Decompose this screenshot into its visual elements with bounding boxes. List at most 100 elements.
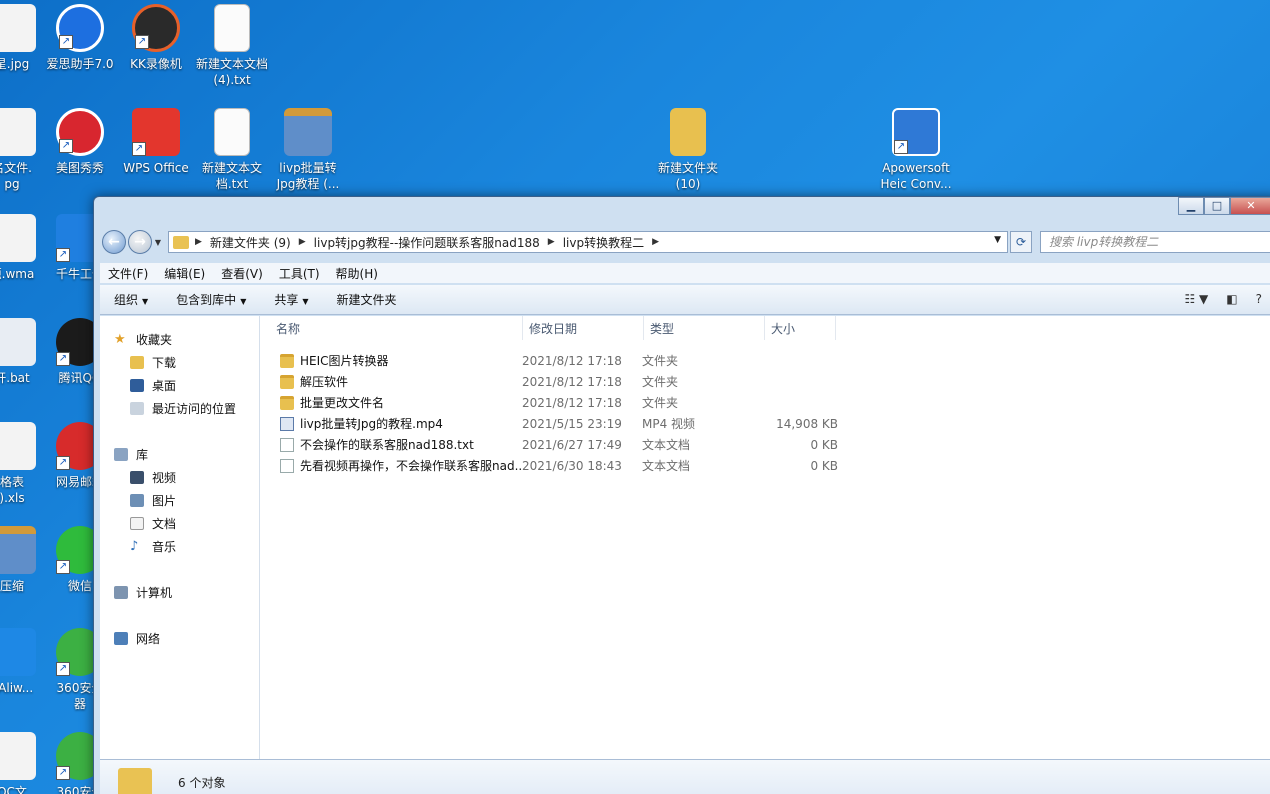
nav-label: 计算机	[136, 586, 173, 600]
menu-file[interactable]: 文件(F)	[100, 263, 156, 283]
file-row[interactable]: 不会操作的联系客服nad188.txt 2021/6/27 17:49 文本文档…	[260, 434, 1270, 455]
address-dropdown-icon[interactable]: ▼	[994, 235, 1001, 245]
menu-tools[interactable]: 工具(T)	[271, 263, 328, 283]
desktop-icon-wps[interactable]: ↗ WPS Office	[116, 108, 196, 176]
nav-videos[interactable]: 视频	[100, 466, 259, 489]
column-divider[interactable]	[835, 316, 836, 340]
file-row[interactable]: HEIC图片转换器 2021/8/12 17:18 文件夹	[260, 350, 1270, 371]
menu-help[interactable]: 帮助(H)	[328, 263, 386, 283]
file-name: livp批量转Jpg的教程.mp4	[300, 417, 443, 431]
file-date: 2021/8/12 17:18	[522, 374, 622, 389]
aisi-app-icon: ↗	[56, 4, 104, 52]
chevron-down-icon: ▼	[240, 297, 247, 306]
nav-recent[interactable]: 最近访问的位置	[100, 397, 259, 420]
maximize-button[interactable]: □	[1204, 197, 1230, 215]
file-type: 文件夹	[642, 375, 679, 389]
file-row[interactable]: 解压软件 2021/8/12 17:18 文件夹	[260, 371, 1270, 392]
nav-documents[interactable]: 文档	[100, 512, 259, 535]
minimize-button[interactable]: ▁	[1178, 197, 1204, 215]
aliwangwang-icon	[0, 628, 36, 676]
file-name: 先看视频再操作，不会操作联系客服nad...	[300, 459, 522, 473]
desktop-icon-new-folder-10[interactable]: 新建文件夹 (10)	[648, 108, 728, 192]
desktop-icon-label: 新建文件夹 (10)	[657, 161, 718, 191]
nav-label: 收藏夹	[136, 333, 173, 347]
recent-pages-dropdown[interactable]: ▼	[152, 238, 164, 247]
nav-label: 图片	[152, 494, 177, 508]
nav-music[interactable]: ♪ 音乐	[100, 535, 259, 558]
nav-favorites[interactable]: ★ 收藏夹	[100, 328, 259, 351]
desktop-icon-kk-recorder[interactable]: ↗ KK录像机	[116, 4, 196, 72]
file-name: HEIC图片转换器	[300, 354, 389, 368]
desktop-icon-label: KK录像机	[130, 57, 182, 71]
nav-libraries[interactable]: 库	[100, 443, 259, 466]
nav-label: 视频	[152, 471, 177, 485]
close-button[interactable]: ✕	[1230, 197, 1270, 215]
nav-label: 音乐	[152, 540, 177, 554]
desktop-icon-aisi[interactable]: ↗ 爱思助手7.0	[40, 4, 120, 72]
network-icon	[114, 632, 128, 645]
file-row[interactable]: 批量更改文件名 2021/8/12 17:18 文件夹	[260, 392, 1270, 413]
folder-icon	[280, 353, 294, 368]
view-options-icon[interactable]: ☷ ▼	[1184, 292, 1208, 306]
status-bar: 6 个对象	[100, 759, 1270, 794]
nav-downloads[interactable]: 下载	[100, 351, 259, 374]
nav-computer[interactable]: 计算机	[100, 581, 259, 604]
file-type: MP4 视频	[642, 417, 696, 431]
breadcrumb-item[interactable]: livp转jpg教程--操作问题联系客服nad188	[314, 234, 540, 251]
desktop-icon-heic-converter[interactable]: ↗ Apowersoft Heic Conv...	[876, 108, 956, 192]
breadcrumb-arrow-icon[interactable]: ▶	[548, 237, 555, 247]
preview-pane-icon[interactable]: ◧	[1226, 292, 1237, 306]
nav-pictures[interactable]: 图片	[100, 489, 259, 512]
menu-view[interactable]: 查看(V)	[213, 263, 271, 283]
breadcrumb-item[interactable]: 新建文件夹 (9)	[210, 234, 291, 251]
column-header-date[interactable]: 修改日期	[523, 320, 643, 337]
desktop-icon-livp-archive[interactable]: livp批量转 Jpg教程 (...	[268, 108, 348, 192]
breadcrumb-arrow-icon[interactable]: ▶	[652, 237, 659, 247]
title-bar[interactable]: ▁ □ ✕	[94, 197, 1270, 223]
desktop-icon-label: livp批量转 Jpg教程 (...	[276, 161, 340, 191]
address-bar[interactable]: ▶ 新建文件夹 (9) ▶ livp转jpg教程--操作问题联系客服nad188…	[168, 231, 1008, 253]
desktop-icon-meitu[interactable]: ↗ 美图秀秀	[40, 108, 120, 176]
text-file-icon	[280, 458, 294, 473]
file-date: 2021/8/12 17:18	[522, 395, 622, 410]
file-name: 批量更改文件名	[300, 396, 385, 410]
search-input[interactable]: 搜索 livp转换教程二	[1040, 231, 1270, 253]
column-header-size[interactable]: 大小	[765, 320, 835, 337]
forward-button[interactable]: →	[128, 230, 152, 254]
file-row[interactable]: 先看视频再操作，不会操作联系客服nad... 2021/6/30 18:43 文…	[260, 455, 1270, 476]
navigation-pane: ★ 收藏夹 下载 桌面 最近访问的位置 库 视频 图片 文档 ♪ 音乐 计算机 …	[100, 316, 260, 759]
desktop-icon-text-doc-4[interactable]: 新建文本文档 (4).txt	[192, 4, 272, 88]
share-button[interactable]: 共享 ▼	[260, 291, 322, 308]
nav-label: 库	[136, 448, 149, 462]
content-area: ★ 收藏夹 下载 桌面 最近访问的位置 库 视频 图片 文档 ♪ 音乐 计算机 …	[100, 316, 1270, 759]
file-row[interactable]: livp批量转Jpg的教程.mp4 2021/5/15 23:19 MP4 视频…	[260, 413, 1270, 434]
breadcrumb-arrow-icon[interactable]: ▶	[299, 237, 306, 247]
organize-button[interactable]: 组织 ▼	[100, 291, 162, 308]
column-header-type[interactable]: 类型	[644, 320, 764, 337]
nav-desktop[interactable]: 桌面	[100, 374, 259, 397]
archive-icon	[0, 526, 36, 574]
item-count: 6 个对象	[178, 776, 226, 790]
menu-edit[interactable]: 编辑(E)	[156, 263, 213, 283]
folder-icon	[280, 374, 294, 389]
include-in-library-button[interactable]: 包含到库中 ▼	[162, 291, 260, 308]
view-controls: ☷ ▼ ◧ ?	[1184, 292, 1262, 306]
file-date: 2021/6/27 17:49	[522, 437, 622, 452]
desktop-icon-text-doc[interactable]: 新建文本文 档.txt	[192, 108, 272, 192]
help-icon[interactable]: ?	[1256, 292, 1262, 306]
breadcrumb-item[interactable]: livp转换教程二	[563, 234, 644, 251]
chevron-down-icon: ▼	[302, 297, 309, 306]
nav-label: 下载	[152, 356, 177, 370]
file-type: 文本文档	[642, 438, 691, 452]
desktop-icon-label: 美图秀秀	[55, 161, 104, 175]
file-name: 解压软件	[300, 375, 349, 389]
column-header-name[interactable]: 名称	[260, 320, 522, 337]
refresh-button[interactable]: ⟳	[1010, 231, 1032, 253]
computer-icon	[114, 586, 128, 599]
nav-network[interactable]: 网络	[100, 627, 259, 650]
back-button[interactable]: ←	[102, 230, 126, 254]
address-row: ← → ▼ ▶ 新建文件夹 (9) ▶ livp转jpg教程--操作问题联系客服…	[102, 229, 1270, 255]
recent-places-icon	[130, 402, 144, 415]
new-folder-button[interactable]: 新建文件夹	[323, 291, 411, 308]
